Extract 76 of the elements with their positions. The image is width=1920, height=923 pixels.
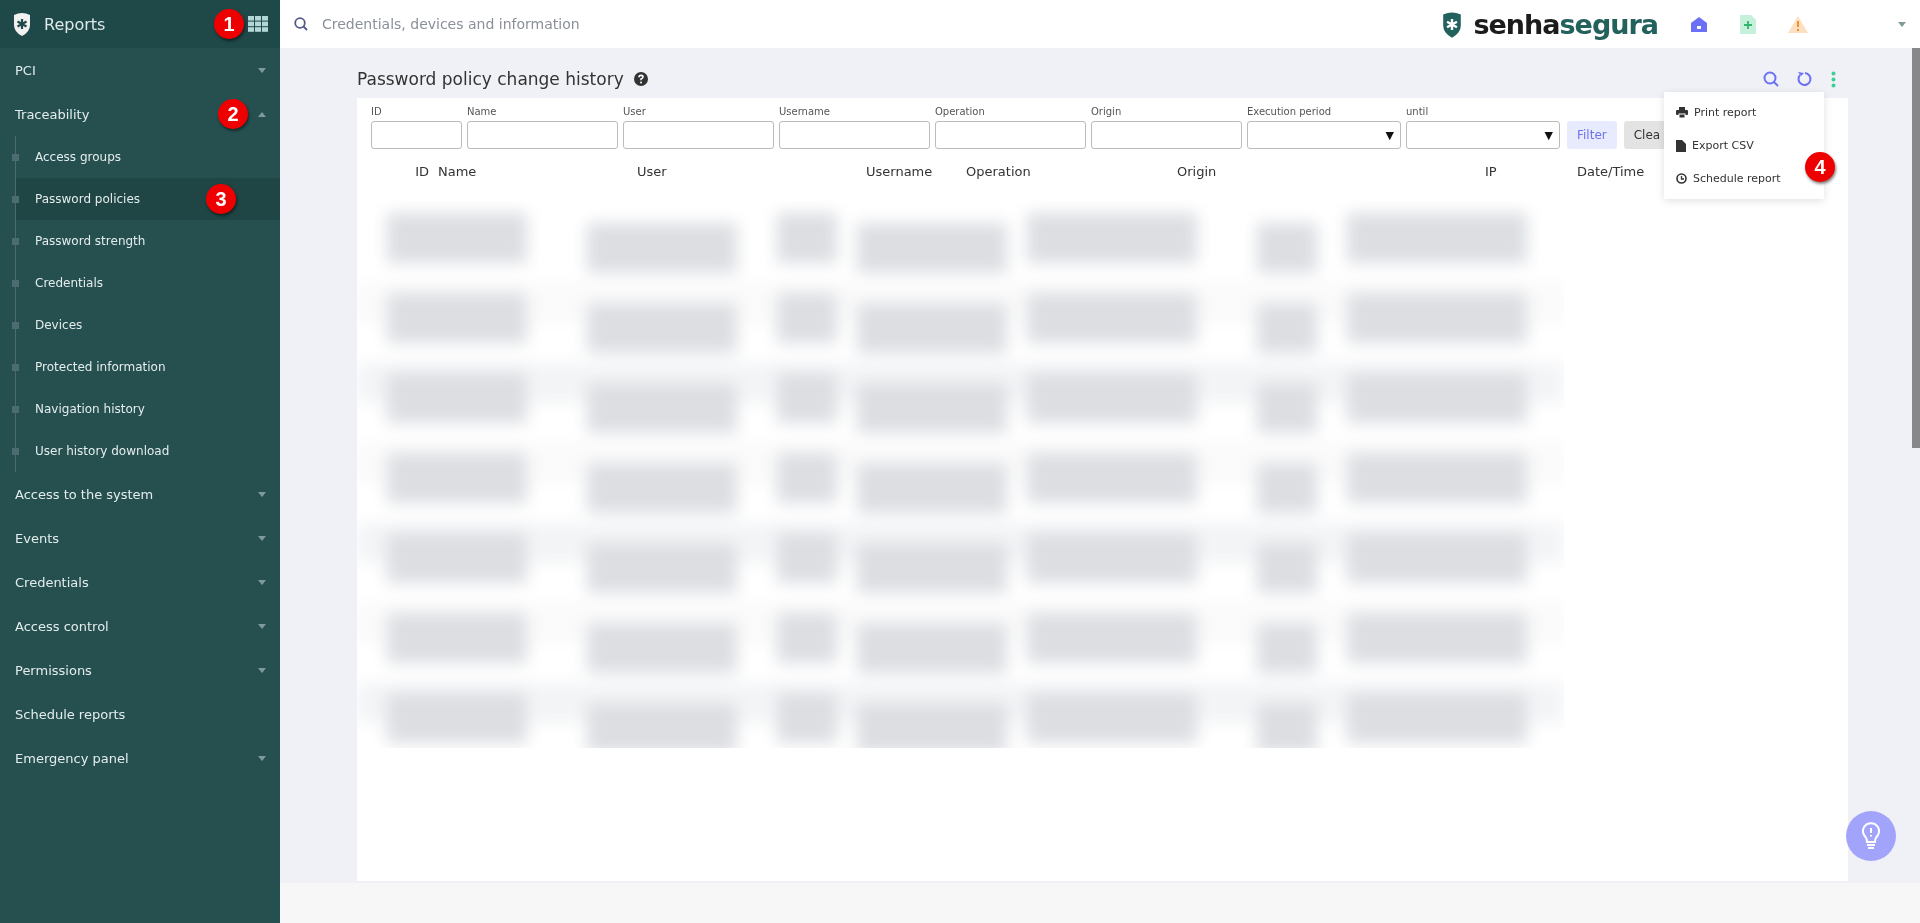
caret-icon: ▼	[1544, 128, 1553, 142]
search-icon	[294, 17, 308, 31]
help-icon[interactable]	[633, 72, 648, 86]
caret-up-icon	[258, 111, 266, 117]
filter-label: User	[623, 106, 647, 117]
caret-down-icon	[258, 755, 266, 761]
input-field[interactable]	[935, 121, 1086, 149]
filter-label: Operation	[935, 106, 986, 117]
filter-label: Origin	[1091, 106, 1123, 117]
clock-icon	[1676, 173, 1687, 184]
menu-item[interactable]: Schedule report	[1664, 162, 1781, 195]
sidebar-subitem[interactable]: Access groups	[16, 136, 280, 178]
home-icon[interactable]	[1690, 15, 1708, 33]
filter-label: Name	[467, 106, 498, 117]
annotation-badge: 3	[206, 184, 236, 214]
column-header: ID	[415, 163, 429, 179]
caret-down-icon	[258, 623, 266, 629]
column-header: Date/Time	[1577, 163, 1645, 179]
sidebar-title: Reports	[44, 14, 106, 34]
sidebar-item[interactable]: Events	[0, 516, 280, 560]
select-field[interactable]: ▼	[1247, 121, 1401, 149]
caret-down-icon	[258, 67, 266, 73]
input-field[interactable]	[1091, 121, 1242, 149]
filter-label: until	[1406, 106, 1430, 117]
brand-logo: senhasegura	[1473, 8, 1658, 40]
filter-label: Username	[779, 106, 831, 117]
input-field[interactable]	[371, 121, 462, 149]
column-header: Name	[438, 163, 477, 179]
file-icon	[1676, 139, 1686, 152]
sidebar-item[interactable]: Credentials	[0, 560, 280, 604]
sidebar-item[interactable]: Traceability 2	[0, 92, 280, 136]
caret-icon: ▼	[1385, 128, 1394, 142]
scrollbar-thumb[interactable]	[1912, 48, 1920, 448]
sidebar-subitem[interactable]: User history download	[16, 430, 280, 472]
tips-button[interactable]	[1846, 811, 1896, 861]
input-field[interactable]	[467, 121, 618, 149]
search-bar[interactable]: Credentials, devices and information	[280, 0, 1442, 48]
select-field[interactable]: ▼	[1406, 121, 1560, 149]
sidebar-subitem[interactable]: Devices	[16, 304, 280, 346]
warning-icon[interactable]	[1788, 15, 1808, 33]
column-header: IP	[1485, 163, 1497, 179]
column-header: Operation	[966, 163, 1031, 179]
input-field[interactable]	[623, 121, 774, 149]
sidebar-subitem[interactable]: Password strength	[16, 220, 280, 262]
sidebar-subitem[interactable]: Navigation history	[16, 388, 280, 430]
sidebar-item[interactable]: Emergency panel	[0, 736, 280, 780]
search-icon[interactable]	[1763, 71, 1779, 87]
caret-down-icon	[1898, 21, 1906, 27]
sidebar-subitem[interactable]: Protected information	[16, 346, 280, 388]
shield-icon	[12, 12, 32, 36]
search-field[interactable]: Credentials, devices and information	[318, 4, 1442, 44]
caret-down-icon	[258, 491, 266, 497]
sidebar-item[interactable]: Access to the system	[0, 472, 280, 516]
annotation-badge: 2	[218, 99, 248, 129]
sidebar-item[interactable]: Access control	[0, 604, 280, 648]
printer-icon	[1676, 107, 1688, 118]
column-header: Username	[866, 163, 933, 179]
page-title: Password policy change history	[357, 69, 624, 89]
sidebar-item[interactable]: Permissions	[0, 648, 280, 692]
sidebar-item[interactable]: Schedule reports	[0, 692, 280, 736]
caret-down-icon	[258, 579, 266, 585]
annotation-badge: 1	[214, 9, 244, 39]
column-header: User	[637, 163, 667, 179]
filter-label: Execution period	[1247, 106, 1333, 117]
column-header: Origin	[1177, 163, 1217, 179]
add-file-icon[interactable]	[1740, 14, 1756, 34]
caret-down-icon	[258, 535, 266, 541]
sidebar-subitem[interactable]: Credentials	[16, 262, 280, 304]
lightbulb-icon	[1861, 822, 1881, 850]
input-field[interactable]	[779, 121, 930, 149]
refresh-icon[interactable]	[1797, 71, 1813, 87]
filter-label: ID	[371, 106, 383, 117]
sidebar-item[interactable]: PCI	[0, 48, 280, 92]
apps-grid-icon[interactable]	[248, 16, 268, 32]
caret-down-icon	[258, 667, 266, 673]
more-vertical-icon[interactable]	[1831, 70, 1836, 88]
